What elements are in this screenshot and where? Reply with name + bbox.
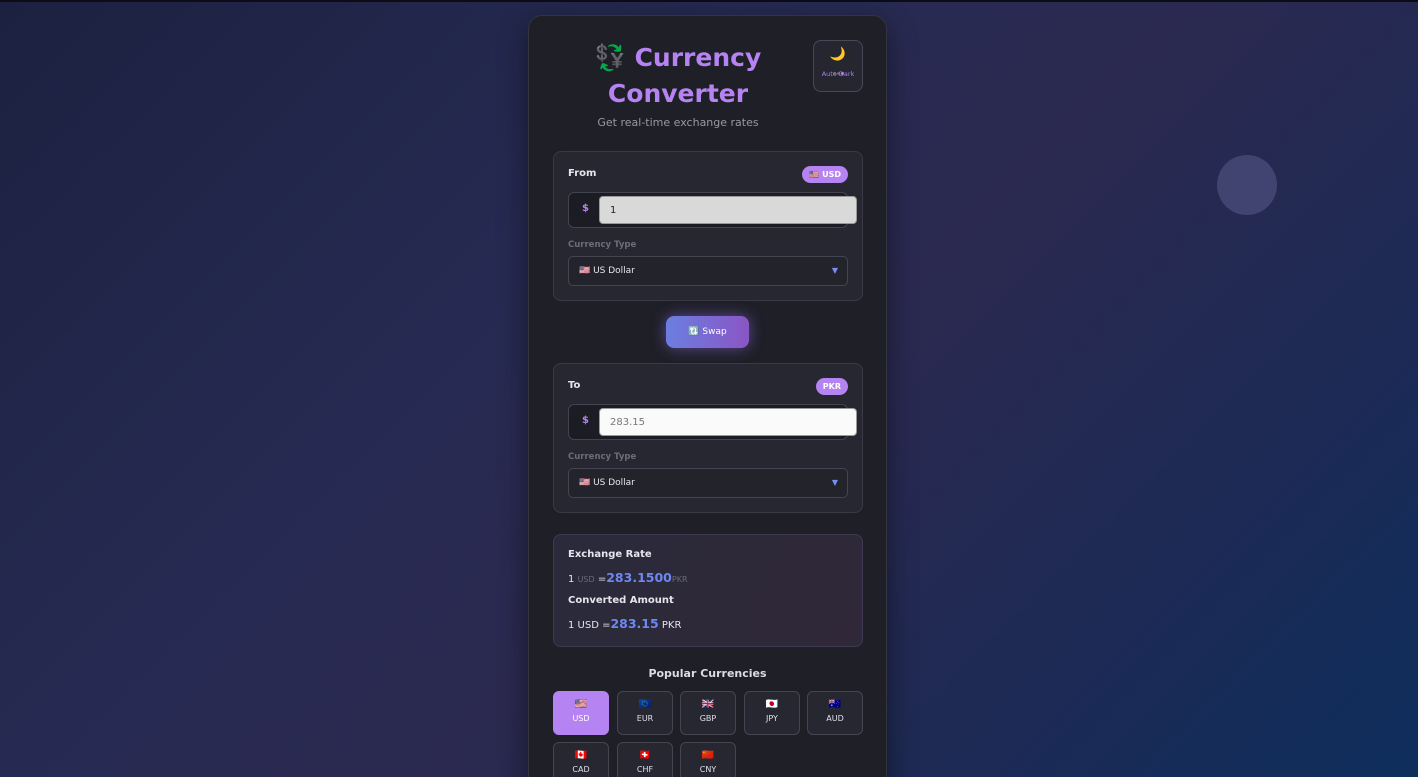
currency-btn-cny[interactable]: 🇨🇳 CNY <box>680 742 736 777</box>
auto-dark-toggle[interactable]: 🌙 Auto Dark <box>813 40 863 92</box>
currency-btn-eur[interactable]: 🇪🇺 EUR <box>617 691 673 735</box>
converted-amount-heading: Converted Amount <box>568 595 674 606</box>
currency-code: USD <box>572 714 590 723</box>
from-currency-symbol: $ <box>582 203 589 214</box>
auto-dark-label: Auto Dark <box>821 70 855 78</box>
currency-btn-chf[interactable]: 🇨🇭 CHF <box>617 742 673 777</box>
rate-to-code: PKR <box>671 575 688 584</box>
to-code-badge: PKR <box>815 378 848 395</box>
rate-lhs: 1 <box>568 574 575 585</box>
from-currency-type-label: Currency Type <box>568 240 637 250</box>
currency-btn-aud[interactable]: 🇦🇺 AUD <box>807 691 863 735</box>
from-selected-currency: 🇺🇸 US Dollar <box>579 266 635 276</box>
result-panel: Exchange Rate 1 USD =283.1500PKR Convert… <box>553 534 863 647</box>
converted-amount-line: 1 USD =283.15 PKR <box>568 616 681 631</box>
from-code-badge: 🇺🇸 USD <box>802 166 848 183</box>
toggle-dots-icon <box>814 63 862 75</box>
currency-btn-jpy[interactable]: 🇯🇵 JPY <box>744 691 800 735</box>
chevron-down-icon: ▼ <box>831 266 838 275</box>
currency-code: CNY <box>699 765 717 774</box>
china-flag-icon: 🇨🇳 <box>701 750 715 761</box>
currency-code: CAD <box>572 765 590 774</box>
from-currency-select[interactable]: 🇺🇸 US Dollar ▼ <box>568 256 848 286</box>
rate-value: 283.1500 <box>606 570 672 585</box>
japan-flag-icon: 🇯🇵 <box>765 699 779 710</box>
uk-flag-icon: 🇬🇧 <box>701 699 715 710</box>
to-selected-currency: 🇺🇸 US Dollar <box>579 478 635 488</box>
page-title: 💱 Currency Converter <box>569 40 787 112</box>
currency-btn-usd[interactable]: 🇺🇸 USD <box>553 691 609 735</box>
currency-code: GBP <box>699 714 717 723</box>
to-amount-input[interactable] <box>599 408 857 436</box>
top-border <box>0 0 1418 2</box>
from-amount-wrapper: $ <box>568 192 857 228</box>
to-currency-symbol: $ <box>582 415 589 426</box>
decorative-bubble <box>1217 155 1277 215</box>
page-subtitle: Get real-time exchange rates <box>597 116 759 129</box>
currency-code: EUR <box>636 714 654 723</box>
moon-icon: 🌙 <box>829 47 847 62</box>
converted-value: 283.15 <box>610 616 659 631</box>
title-word-2: Converter <box>607 79 749 108</box>
from-panel: From 🇺🇸 USD $ Currency Type 🇺🇸 US Dollar… <box>553 151 863 301</box>
chevron-down-icon: ▼ <box>831 478 838 487</box>
australia-flag-icon: 🇦🇺 <box>828 699 842 710</box>
to-currency-select[interactable]: 🇺🇸 US Dollar ▼ <box>568 468 848 498</box>
rate-from-code: USD <box>577 575 595 584</box>
currency-code: CHF <box>636 765 654 774</box>
from-label: From <box>568 168 597 179</box>
swap-button[interactable]: 🔃 Swap <box>666 316 749 348</box>
eu-flag-icon: 🇪🇺 <box>638 699 652 710</box>
converted-to-code: PKR <box>661 620 682 631</box>
canada-flag-icon: 🇨🇦 <box>574 750 588 761</box>
swiss-flag-icon: 🇨🇭 <box>638 750 652 761</box>
currency-code: JPY <box>766 714 778 723</box>
to-amount-wrapper: $ <box>568 404 857 440</box>
currency-btn-cad[interactable]: 🇨🇦 CAD <box>553 742 609 777</box>
to-panel: To PKR $ Currency Type 🇺🇸 US Dollar ▼ <box>553 363 863 513</box>
converted-lhs: 1 USD = <box>568 620 611 631</box>
rate-equals: = <box>597 574 607 585</box>
to-label: To <box>568 380 581 391</box>
to-currency-type-label: Currency Type <box>568 452 637 462</box>
currency-code: AUD <box>826 714 844 723</box>
from-amount-input[interactable] <box>599 196 857 224</box>
currency-btn-gbp[interactable]: 🇬🇧 GBP <box>680 691 736 735</box>
exchange-rate-line: 1 USD =283.1500PKR <box>568 570 688 585</box>
converter-card: 💱 Currency Converter Get real-time excha… <box>528 15 887 777</box>
title-word-1: Currency <box>634 43 762 72</box>
us-flag-icon: 🇺🇸 <box>574 699 588 710</box>
exchange-icon: 💱 <box>594 43 626 72</box>
exchange-rate-heading: Exchange Rate <box>568 549 652 560</box>
popular-currencies-title: Popular Currencies <box>648 667 767 680</box>
